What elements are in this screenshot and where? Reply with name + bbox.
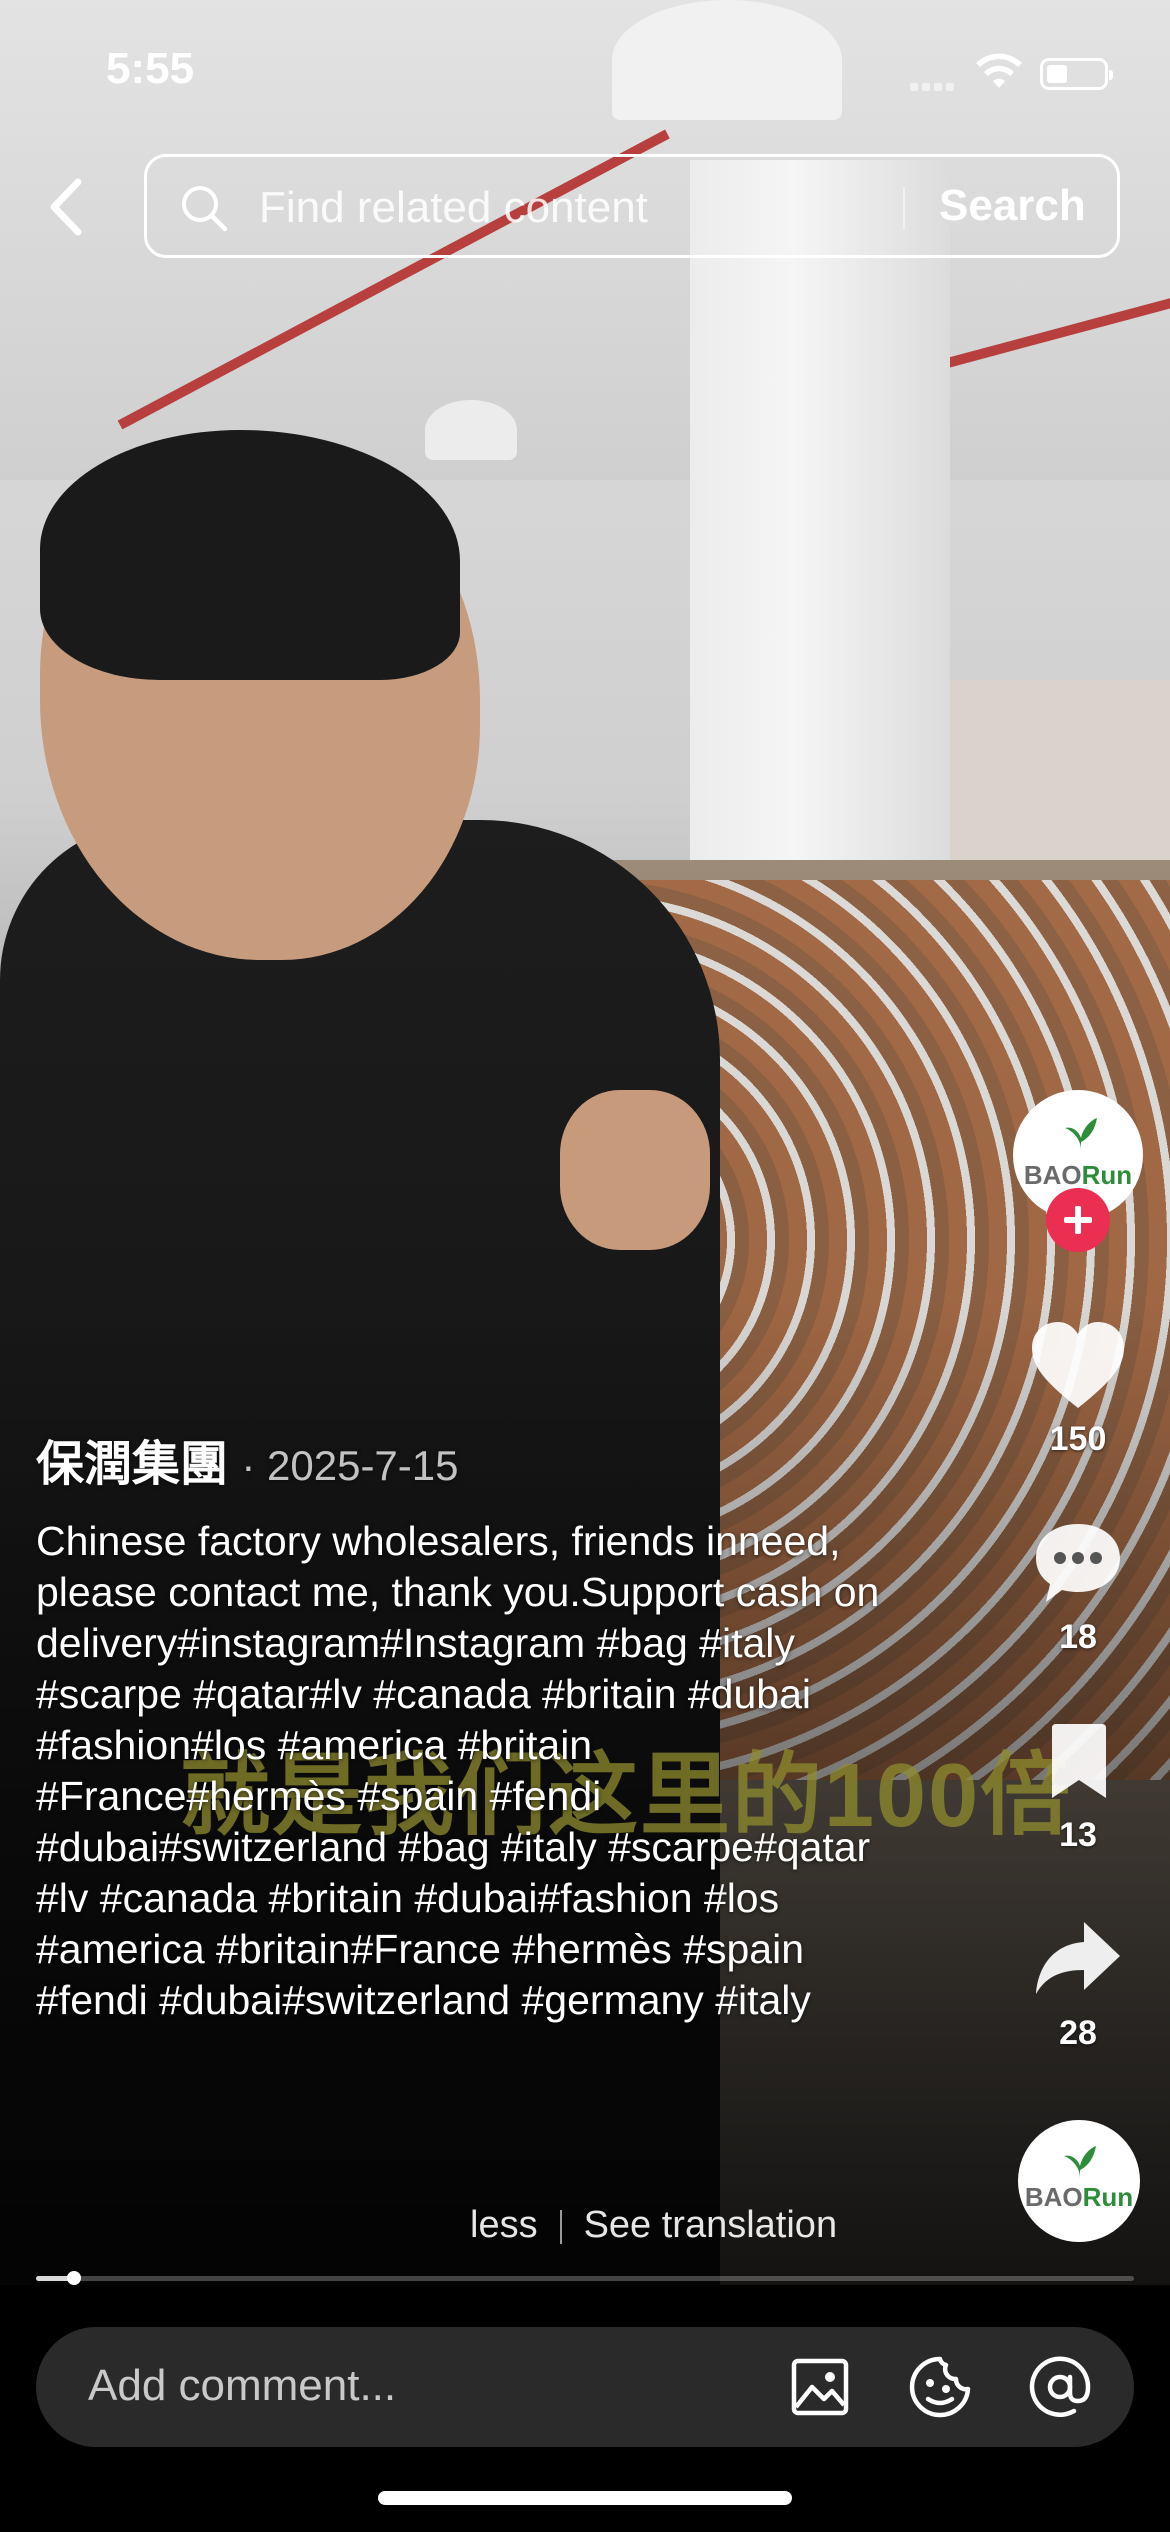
author-name[interactable]: 保潤集團 [36, 1438, 228, 1491]
author-line: 保潤集團 · 2025-7-15 [36, 1424, 459, 1494]
video-lamp [612, 0, 842, 120]
home-indicator[interactable] [378, 2491, 792, 2505]
post-caption: Chinese factory wholesalers, friends inn… [36, 1518, 880, 2023]
follow-button[interactable] [1046, 1188, 1110, 1252]
caption-actions: less See translation [470, 2204, 837, 2247]
share-icon[interactable] [1032, 1918, 1124, 1998]
like-count: 150 [1049, 1420, 1107, 1458]
heart-icon[interactable] [1028, 1320, 1128, 1412]
battery-icon [1040, 58, 1113, 90]
leaf-logo-icon [1065, 1118, 1097, 1150]
comment-field[interactable]: Add comment... [36, 2327, 1134, 2447]
comment-input[interactable]: Add comment... [88, 2361, 396, 2411]
bottom-bar: Add comment... [0, 2285, 1170, 2532]
less-button[interactable]: less [470, 2204, 538, 2246]
caption-divider [559, 2209, 562, 2244]
bookmark-icon[interactable] [1046, 1722, 1112, 1802]
playback-progress[interactable] [36, 2271, 1134, 2285]
post-date: · 2025-7-15 [241, 1442, 459, 1489]
comment-icon[interactable] [1032, 1520, 1124, 1606]
save-count: 13 [1059, 1816, 1097, 1854]
comment-count: 18 [1059, 1618, 1097, 1656]
wifi-icon [976, 53, 1022, 88]
back-icon[interactable] [38, 172, 98, 242]
search-input[interactable]: Find related content [259, 183, 648, 233]
status-time: 5:55 [106, 44, 195, 93]
search-button[interactable]: Search [939, 181, 1086, 231]
video-boxes [930, 680, 1170, 880]
person-hair [40, 430, 460, 680]
music-disc[interactable]: BAORun [1018, 2120, 1140, 2242]
emoji-icon[interactable] [908, 2355, 972, 2419]
person-hand [560, 1090, 710, 1250]
see-translation-button[interactable]: See translation [584, 2204, 838, 2246]
search-divider [903, 187, 905, 229]
mention-icon[interactable] [1028, 2355, 1092, 2419]
search-bar[interactable]: Find related content Search [144, 154, 1120, 258]
image-icon[interactable] [788, 2355, 852, 2419]
video-post-screen: 就是我们这里的100倍 5:55 Find related content Se… [0, 0, 1170, 2532]
leaf-logo-icon [1064, 2146, 1096, 2178]
share-count: 28 [1059, 2014, 1097, 2052]
search-icon [182, 186, 228, 232]
author-logo-text: BAORun [1023, 1160, 1133, 1190]
cellular-signal-icon [910, 78, 960, 91]
music-logo-text: BAORun [1024, 2182, 1134, 2212]
